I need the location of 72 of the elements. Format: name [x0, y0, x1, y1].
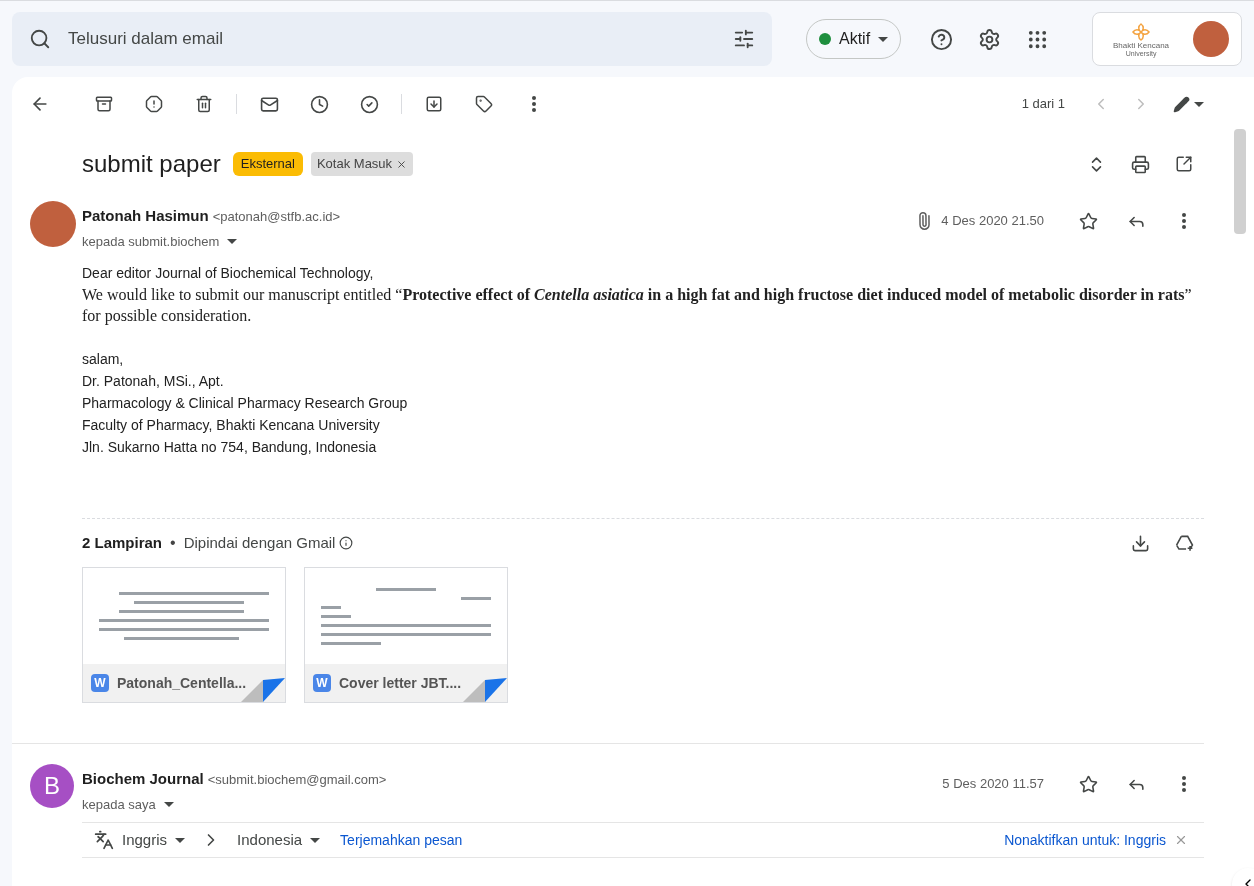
pagination-text: 1 dari 1 [1021, 95, 1065, 114]
attachment-count: 2 Lampiran [82, 532, 163, 553]
scan-note: Dipindai dengan Gmail [183, 532, 336, 553]
account-avatar-placeholder[interactable] [1193, 21, 1229, 57]
label-icon [475, 95, 493, 113]
caret-icon [1194, 101, 1204, 107]
recipient-dropdown[interactable]: kepada saya [82, 794, 174, 814]
scrollbar-thumb[interactable] [1234, 129, 1246, 234]
check-circle-icon [359, 94, 379, 114]
page-corner-icon [463, 678, 507, 702]
kebab-icon [1182, 213, 1186, 229]
sender-email: <patonah@stfb.ac.id> [212, 208, 341, 226]
attachment-card[interactable]: W Patonah_Centella... [82, 567, 286, 703]
target-language-dropdown[interactable]: Indonesia [237, 828, 321, 852]
search-input[interactable]: Telusuri dalam email [68, 26, 724, 52]
disable-translate-link[interactable]: Nonaktifkan untuk: Inggris [1004, 829, 1166, 851]
search-field[interactable]: Telusuri dalam email [12, 12, 772, 66]
message-date: 5 Des 2020 11.57 [942, 775, 1044, 794]
attachment-name: Cover letter JBT.... [339, 673, 462, 693]
pencil-icon [1173, 95, 1190, 113]
signature-line: Faculty of Pharmacy, Bhakti Kencana University [82, 416, 381, 435]
envelope-icon [259, 94, 279, 114]
sliders-icon [733, 28, 755, 50]
avatar: B [30, 764, 74, 808]
caret-icon [175, 837, 186, 843]
avatar-photo-placeholder [30, 201, 76, 247]
alert-icon [145, 95, 163, 113]
caret-icon [227, 238, 238, 244]
external-link-icon [1175, 155, 1193, 173]
signature-line: Jln. Sukarno Hatta no 754, Bandung, Indonesia [82, 438, 378, 457]
message-date: 4 Des 2020 21.50 [941, 212, 1044, 231]
category-label: Eksternal [232, 152, 303, 176]
kebab-icon [532, 96, 536, 112]
caret-icon [163, 801, 174, 807]
signature-line: Dr. Patonah, MSi., Apt. [82, 372, 225, 391]
download-icon [1130, 533, 1150, 553]
remove-label-icon[interactable] [396, 158, 408, 170]
settings-icon [977, 27, 1001, 51]
kebab-icon [1182, 776, 1186, 792]
recipient-dropdown[interactable]: kepada submit.biochem [82, 231, 238, 251]
printer-icon [1130, 154, 1150, 174]
caret-icon [878, 36, 889, 42]
help-icon [929, 27, 953, 51]
input-tools-button[interactable] [1173, 95, 1204, 113]
attachment-name: Patonah_Centella... [117, 673, 247, 693]
email-paragraph: We would like to submit our manuscript entitled “Protective effect of Centella asiatica in a high fat and high fructose diet induced model of metabolic disorder in rats” for possible consideration. [82, 285, 1193, 326]
org-name: Bhakti Kencana [1113, 41, 1170, 50]
translate-icon [94, 830, 114, 850]
separator-dot: • [170, 533, 176, 553]
source-language-dropdown[interactable]: Inggris [122, 828, 186, 852]
signature-line: salam, [82, 350, 125, 369]
move-to-icon [425, 95, 443, 113]
word-document-icon: W [313, 674, 331, 692]
close-icon[interactable] [1174, 833, 1188, 847]
flower-logo-icon [1131, 21, 1151, 42]
word-document-icon: W [91, 674, 109, 692]
sender-name: Patonah Hasimun [82, 206, 209, 226]
email-greeting: Dear editor Journal of Biochemical Technology, [82, 264, 375, 283]
trash-icon [195, 95, 213, 113]
email-subject: submit paper [82, 149, 221, 179]
clock-icon [309, 94, 329, 114]
signature-line: Pharmacology & Clinical Pharmacy Research Group [82, 394, 409, 413]
info-icon[interactable] [339, 536, 354, 550]
sender-email: <submit.biochem@gmail.com> [207, 771, 387, 789]
sender-name: Biochem Journal [82, 769, 204, 789]
search-icon [29, 28, 51, 50]
translate-link[interactable]: Terjemahkan pesan [340, 829, 463, 851]
folder-label: Kotak Masuk [310, 152, 414, 176]
triangle-plus-icon [1174, 533, 1194, 553]
archive-icon [95, 95, 113, 113]
attachment-card[interactable]: W Cover letter JBT.... [304, 567, 508, 703]
caret-icon [310, 837, 321, 843]
